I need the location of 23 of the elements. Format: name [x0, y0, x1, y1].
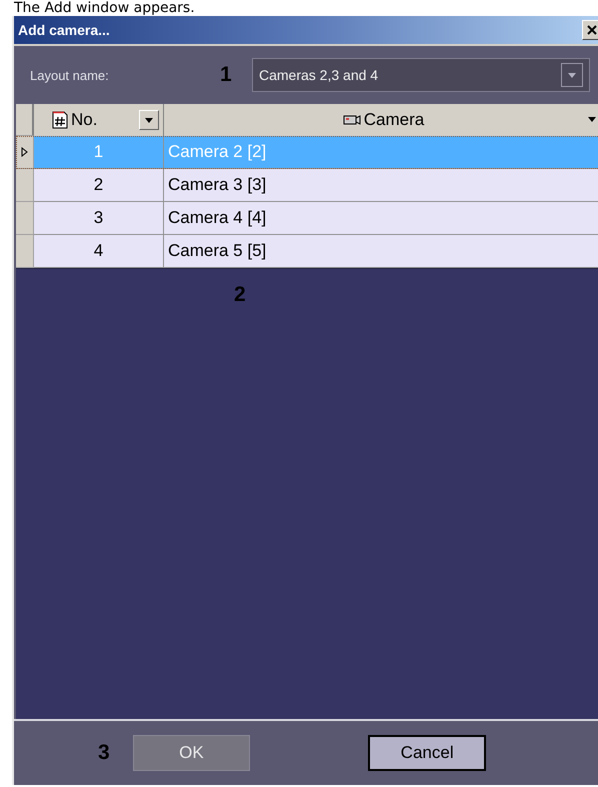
layout-name-dropdown[interactable]: Cameras 2,3 and 4: [252, 58, 590, 92]
filter-button[interactable]: [139, 110, 159, 130]
field-label: Layout name:: [30, 68, 110, 82]
column-title: No.: [71, 110, 98, 130]
caption-text: The Add window appears.: [13, 0, 196, 16]
row-selector[interactable]: [16, 136, 34, 169]
table-row[interactable]: 4 Camera 5 [5]: [16, 235, 598, 268]
hash-document-icon: [52, 111, 68, 129]
table-row[interactable]: 3 Camera 4 [4]: [16, 202, 598, 235]
window-title: Add camera...: [18, 22, 110, 38]
camera-icon: [342, 114, 361, 126]
caret-icon: [144, 116, 154, 124]
close-icon: [586, 24, 598, 36]
callout-number: 1: [220, 63, 233, 87]
dropdown-arrow-icon: [566, 70, 578, 80]
cancel-button[interactable]: Cancel: [368, 735, 486, 771]
current-row-icon: [21, 147, 28, 157]
table-row[interactable]: 2 Camera 3 [3]: [16, 169, 598, 202]
column-title: Camera: [364, 110, 424, 130]
callout-number: 2: [234, 283, 246, 307]
close-button[interactable]: [582, 20, 598, 40]
callout-number: 3: [98, 741, 111, 765]
caret-icon: [587, 116, 597, 122]
